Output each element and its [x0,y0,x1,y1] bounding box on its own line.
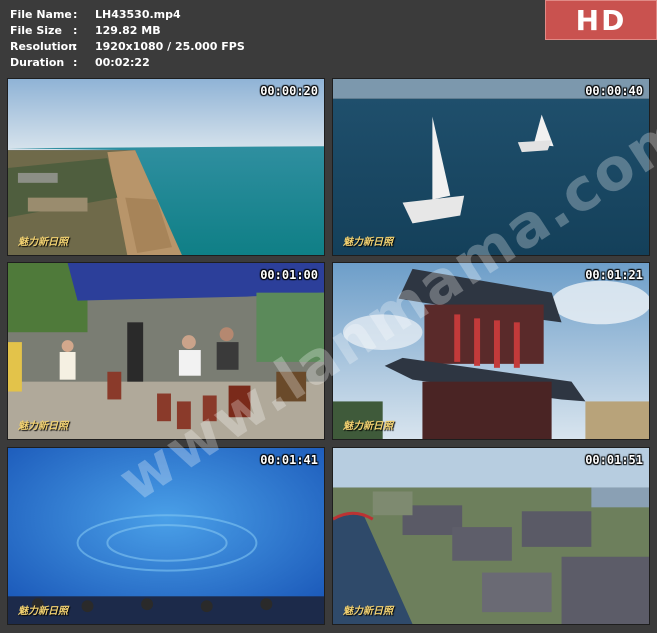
thumbnail-beach[interactable]: 00:00:20 魅力新日照 [7,78,325,256]
drummers-image [8,263,324,439]
resolution-value: 1920x1080 / 25.000 FPS [95,40,245,53]
separator: : [73,24,78,37]
channel-logo: 魅力新日照 [18,421,68,432]
file-name-value: LH43530.mp4 [95,8,181,21]
channel-logo: 魅力新日照 [343,606,393,617]
resolution-row: Resolution : 1920x1080 / 25.000 FPS [10,39,245,55]
duration-value: 00:02:22 [95,56,150,69]
beach-aerial-image [8,79,324,255]
separator: : [73,56,78,69]
sailboat-image [333,79,649,255]
file-size-row: File Size : 129.82 MB [10,23,245,39]
channel-logo: 魅力新日照 [18,237,68,248]
separator: : [73,40,78,53]
villas-image [333,448,649,624]
channel-logo: 魅力新日照 [18,606,68,617]
channel-logo: 魅力新日照 [343,237,393,248]
thumbnail-aquarium[interactable]: 00:01:41 魅力新日照 [7,447,325,625]
thumbnail-pagoda[interactable]: 00:01:21 魅力新日照 [332,262,650,440]
timestamp: 00:01:41 [260,453,318,467]
timestamp: 00:00:20 [260,84,318,98]
pagoda-image [333,263,649,439]
file-size-value: 129.82 MB [95,24,161,37]
file-size-label: File Size [10,24,62,37]
thumbnail-villas[interactable]: 00:01:51 魅力新日照 [332,447,650,625]
duration-label: Duration [10,56,65,69]
thumbnail-drummers[interactable]: 00:01:00 魅力新日照 [7,262,325,440]
timestamp: 00:01:51 [585,453,643,467]
channel-logo: 魅力新日照 [343,421,393,432]
timestamp: 00:00:40 [585,84,643,98]
file-info: File Name : LH43530.mp4 File Size : 129.… [10,7,245,71]
file-name-row: File Name : LH43530.mp4 [10,7,245,23]
duration-row: Duration : 00:02:22 [10,55,245,71]
hd-badge: HD [545,0,657,40]
aquarium-image [8,448,324,624]
file-name-label: File Name [10,8,72,21]
separator: : [73,8,78,21]
timestamp: 00:01:00 [260,268,318,282]
thumbnail-sailboat[interactable]: 00:00:40 魅力新日照 [332,78,650,256]
resolution-label: Resolution [10,40,77,53]
timestamp: 00:01:21 [585,268,643,282]
